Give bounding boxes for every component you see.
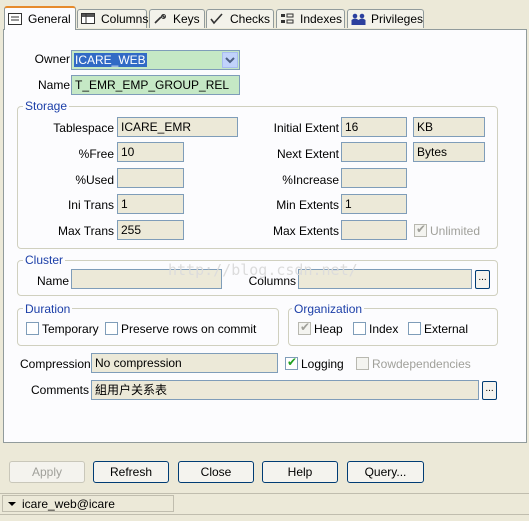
close-button[interactable]: Close [178,461,254,483]
query-button[interactable]: Query... [347,461,424,483]
tab-general[interactable]: General [4,6,76,30]
max-trans-label: Max Trans [57,224,114,238]
tab-checks[interactable]: Checks [206,9,274,28]
unlimited-checkbox[interactable]: ✔ [414,222,427,237]
indexes-icon [280,13,295,25]
tab-indexes[interactable]: Indexes [276,9,345,28]
external-label: External [424,322,469,336]
max-extents-label: Max Extents [272,224,339,238]
tab-label: Privileges [371,12,424,26]
tab-columns[interactable]: Columns [77,9,149,28]
min-extents-field[interactable]: 1 [341,194,407,214]
initial-extent-field[interactable]: 16 [341,117,407,137]
initial-extent-unit[interactable]: KB [413,117,485,137]
next-extent-field[interactable] [341,142,407,162]
min-extents-label: Min Extents [276,198,339,212]
owner-select[interactable]: ICARE_WEB [71,50,240,70]
compression-label: Compression [20,357,91,371]
preserve-rows-checkbox[interactable] [105,322,118,335]
keys-icon [153,13,168,25]
rowdependencies-label: Rowdependencies [372,357,471,371]
index-label: Index [369,322,399,336]
tablespace-field[interactable]: ICARE_EMR [117,117,238,137]
tab-privileges[interactable]: Privileges [347,9,424,28]
pct-used-label: %Used [75,173,114,187]
next-extent-unit[interactable]: Bytes [413,142,485,162]
dropdown-button[interactable] [222,52,238,68]
cluster-columns-ellipsis-button[interactable]: ... [475,270,490,289]
owner-selected-value: ICARE_WEB [74,53,147,67]
caret-down-icon [8,501,16,506]
next-extent-label: Next Extent [276,147,339,161]
max-trans-field[interactable]: 255 [117,220,184,240]
organization-group-title: Organization [292,302,365,316]
initial-extent-label: Initial Extent [273,121,339,135]
pct-free-field[interactable]: 10 [117,142,184,162]
status-bar: icare_web@icare [0,493,529,521]
tab-keys[interactable]: Keys [149,9,205,28]
duration-group-title: Duration [23,302,73,316]
checks-icon [210,13,225,25]
tab-bar: General Columns Keys Checks Indexes Priv… [0,0,529,30]
refresh-button[interactable]: Refresh [93,461,169,483]
pct-increase-label: %Increase [282,173,339,187]
connection-panel[interactable]: icare_web@icare [2,495,174,512]
apply-button[interactable]: Apply [9,461,85,483]
compression-field[interactable]: No compression [91,353,278,373]
chevron-down-icon [225,57,235,64]
tab-label: Checks [230,12,271,26]
external-checkbox[interactable] [408,322,421,335]
ini-trans-field[interactable]: 1 [117,194,184,214]
pct-used-field[interactable] [117,168,184,188]
check-icon: ✔ [300,320,311,334]
tab-label: Indexes [300,12,343,26]
heap-checkbox[interactable]: ✔ [298,320,311,335]
pct-increase-field[interactable] [341,168,407,188]
tab-label: General [28,12,71,26]
cluster-name-label: Name [36,274,69,288]
logging-checkbox[interactable]: ✔ [285,355,298,370]
preserve-rows-label: Preserve rows on commit [121,322,257,336]
help-button[interactable]: Help [262,461,338,483]
connection-label: icare_web@icare [22,496,115,511]
tablespace-label: Tablespace [53,121,114,135]
check-icon: ✔ [287,355,298,369]
tab-label: Columns [101,12,149,26]
unlimited-label: Unlimited [430,224,481,238]
general-icon [8,13,23,25]
check-icon: ✔ [416,222,427,236]
heap-label: Heap [314,322,343,336]
comments-ellipsis-button[interactable]: ... [482,381,497,400]
pct-free-label: %Free [78,147,114,161]
index-checkbox[interactable] [353,322,366,335]
owner-label: Owner [34,52,70,66]
comments-label: Comments [30,383,89,397]
privileges-icon [351,13,366,25]
temporary-label: Temporary [42,322,99,336]
comments-field[interactable]: 組用户关系表 [91,380,479,400]
cluster-group-title: Cluster [23,253,66,267]
watermark-text: http://blog.csdn.net/ [168,261,358,279]
rowdependencies-checkbox[interactable] [356,357,369,370]
logging-label: Logging [301,357,344,371]
columns-icon [81,13,96,25]
name-label: Name [37,78,70,92]
table-name-field[interactable]: T_EMR_EMP_GROUP_REL [71,75,240,95]
tab-label: Keys [173,12,200,26]
storage-group-title: Storage [23,99,70,113]
max-extents-field[interactable] [341,220,407,240]
ini-trans-label: Ini Trans [67,198,114,212]
temporary-checkbox[interactable] [26,322,39,335]
